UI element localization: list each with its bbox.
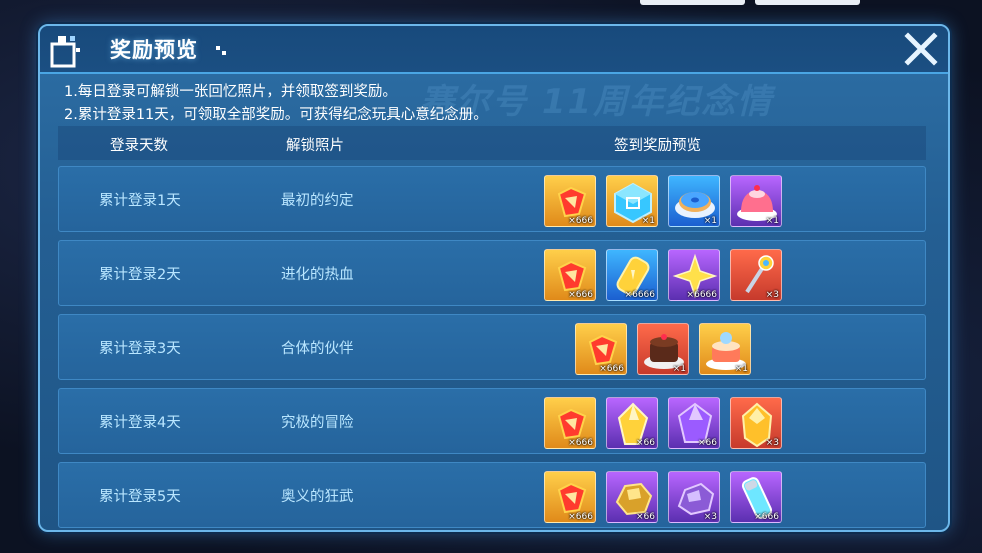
reward-item[interactable]: ×1 xyxy=(606,175,658,227)
reward-item[interactable]: ×66 xyxy=(606,471,658,523)
reward-item[interactable]: ×666 xyxy=(544,471,596,523)
reward-quantity: ×666 xyxy=(568,216,593,226)
header-photo: 解锁照片 xyxy=(286,138,344,154)
login-day-label: 累计登录2天 xyxy=(99,267,181,283)
reward-quantity: ×1 xyxy=(672,364,686,374)
unlock-photo-label: 合体的伙伴 xyxy=(281,341,354,357)
panel-header: 奖励预览 xyxy=(40,26,948,74)
table-row: 累计登录1天 最初的约定 ×666 ×1 ×1 ×1 xyxy=(58,166,926,232)
reward-quantity: ×666 xyxy=(568,438,593,448)
reward-items: ×666 ×1 ×1 ×1 xyxy=(544,175,782,227)
reward-item[interactable]: ×1 xyxy=(637,323,689,375)
reward-quantity: ×1 xyxy=(734,364,748,374)
title-deco-icon xyxy=(216,46,226,55)
reward-items: ×666 ×1 ×1 xyxy=(575,323,751,375)
panel-title: 奖励预览 xyxy=(110,38,198,62)
table-header: 登录天数 解锁照片 签到奖励预览 xyxy=(58,126,926,160)
login-day-label: 累计登录4天 xyxy=(99,415,181,431)
reward-item[interactable]: ×1 xyxy=(730,175,782,227)
cube-logo-icon xyxy=(50,36,80,68)
reward-item[interactable]: ×666 xyxy=(575,323,627,375)
reward-item[interactable]: ×1 xyxy=(699,323,751,375)
table-row: 累计登录5天 奥义的狂武 ×666 ×66 ×3 ×666 xyxy=(58,462,926,528)
reward-items: ×666 ×66 ×66 ×3 xyxy=(544,397,782,449)
reward-quantity: ×3 xyxy=(703,512,717,522)
unlock-photo-label: 奥义的狂武 xyxy=(281,489,354,505)
reward-item[interactable]: ×666 xyxy=(544,249,596,301)
top-button-left[interactable] xyxy=(640,0,745,5)
login-day-label: 累计登录3天 xyxy=(99,341,181,357)
close-icon[interactable] xyxy=(902,30,940,68)
table-row: 累计登录4天 究极的冒险 ×666 ×66 ×66 ×3 xyxy=(58,388,926,454)
reward-item[interactable]: ×3 xyxy=(730,249,782,301)
reward-item[interactable]: ×6666 xyxy=(668,249,720,301)
rule-line-1: 1.每日登录可解锁一张回忆照片，并领取签到奖励。 xyxy=(64,84,397,100)
table-row: 累计登录3天 合体的伙伴 ×666 ×1 ×1 xyxy=(58,314,926,380)
table-row: 累计登录2天 进化的热血 ×666 ×6666 ×6666 ×3 xyxy=(58,240,926,306)
reward-item[interactable]: ×3 xyxy=(668,471,720,523)
reward-item[interactable]: ×6666 xyxy=(606,249,658,301)
login-day-label: 累计登录1天 xyxy=(99,193,181,209)
reward-item[interactable]: ×666 xyxy=(544,175,596,227)
login-day-label: 累计登录5天 xyxy=(99,489,181,505)
reward-quantity: ×66 xyxy=(636,438,655,448)
reward-table: 登录天数 解锁照片 签到奖励预览 累计登录1天 最初的约定 ×666 ×1 ×1 ×1 累计… xyxy=(58,126,926,530)
reward-item[interactable]: ×66 xyxy=(606,397,658,449)
reward-items: ×666 ×6666 ×6666 ×3 xyxy=(544,249,782,301)
reward-quantity: ×6666 xyxy=(686,290,717,300)
reward-quantity: ×6666 xyxy=(624,290,655,300)
reward-item[interactable]: ×3 xyxy=(730,397,782,449)
reward-preview-panel: 赛尔号 11周年纪念情 奖励预览 1.每日登录可解锁一张回忆照片，并领取签到奖励… xyxy=(38,24,950,532)
reward-quantity: ×66 xyxy=(698,438,717,448)
unlock-photo-label: 究极的冒险 xyxy=(281,415,354,431)
reward-items: ×666 ×66 ×3 ×666 xyxy=(544,471,782,523)
reward-quantity: ×1 xyxy=(765,216,779,226)
reward-quantity: ×666 xyxy=(568,512,593,522)
reward-quantity: ×666 xyxy=(599,364,624,374)
rule-line-2: 2.累计登录11天，可领取全部奖励。可获得纪念玩具心意纪念册。 xyxy=(64,107,488,123)
reward-item[interactable]: ×66 xyxy=(668,397,720,449)
reward-quantity: ×1 xyxy=(703,216,717,226)
reward-item[interactable]: ×666 xyxy=(730,471,782,523)
header-rewards: 签到奖励预览 xyxy=(614,138,701,154)
reward-quantity: ×66 xyxy=(636,512,655,522)
reward-quantity: ×666 xyxy=(754,512,779,522)
top-button-right[interactable] xyxy=(755,0,860,5)
unlock-photo-label: 进化的热血 xyxy=(281,267,354,283)
header-day: 登录天数 xyxy=(110,138,168,154)
reward-quantity: ×666 xyxy=(568,290,593,300)
unlock-photo-label: 最初的约定 xyxy=(281,193,354,209)
reward-item[interactable]: ×1 xyxy=(668,175,720,227)
reward-quantity: ×3 xyxy=(765,290,779,300)
reward-quantity: ×3 xyxy=(765,438,779,448)
reward-item[interactable]: ×666 xyxy=(544,397,596,449)
reward-quantity: ×1 xyxy=(641,216,655,226)
